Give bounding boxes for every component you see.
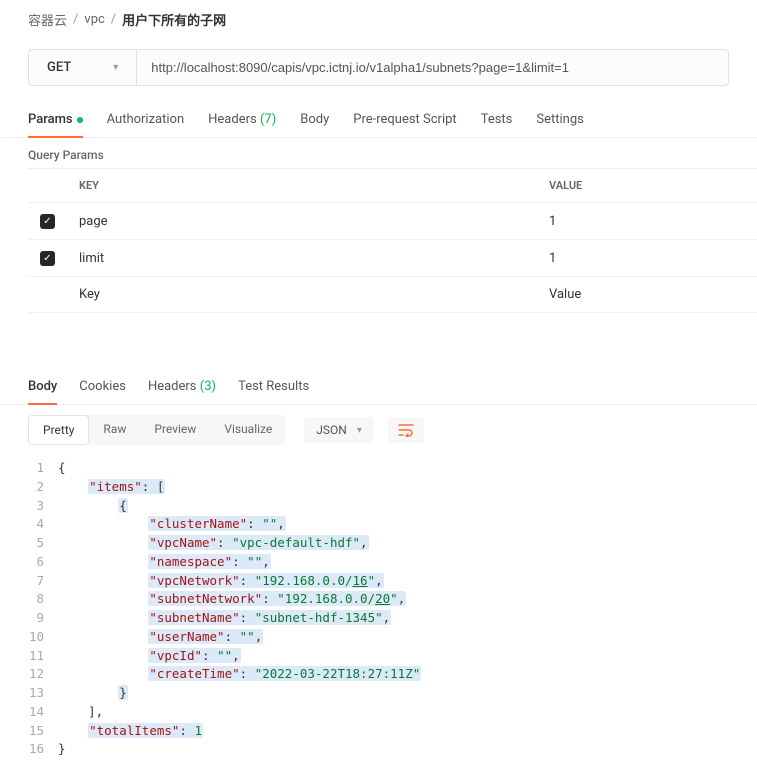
param-value-cell[interactable]: 1 xyxy=(537,240,757,277)
tab-prerequest[interactable]: Pre-request Script xyxy=(353,104,456,137)
table-row-empty: Key Value xyxy=(28,277,757,313)
line-number: 7 xyxy=(28,572,58,591)
breadcrumb-current: 用户下所有的子网 xyxy=(122,10,226,29)
checkbox-checked-icon[interactable]: ✓ xyxy=(40,251,55,266)
active-dot-icon xyxy=(77,117,83,123)
view-visualize[interactable]: Visualize xyxy=(210,415,286,445)
resp-tab-tests[interactable]: Test Results xyxy=(238,373,309,404)
format-select[interactable]: JSON ▾ xyxy=(304,417,374,443)
checkbox-checked-icon[interactable]: ✓ xyxy=(40,214,55,229)
line-number: 10 xyxy=(28,628,58,647)
line-number: 8 xyxy=(28,590,58,609)
line-number: 13 xyxy=(28,684,58,703)
param-key-cell[interactable]: page xyxy=(67,203,537,240)
breadcrumb-sep: / xyxy=(73,12,78,27)
param-value-cell[interactable]: 1 xyxy=(537,203,757,240)
breadcrumb-item[interactable]: 容器云 xyxy=(28,10,67,29)
param-key-placeholder[interactable]: Key xyxy=(67,277,537,313)
line-number: 9 xyxy=(28,609,58,628)
view-mode-group: Pretty Raw Preview Visualize xyxy=(28,415,286,445)
response-body-code: 1{ 2 "items": [ 3 { 4 "clusterName": "",… xyxy=(0,455,757,779)
line-number: 15 xyxy=(28,722,58,741)
table-row: ✓ limit 1 xyxy=(28,240,757,277)
method-label: GET xyxy=(47,60,71,75)
line-number: 1 xyxy=(28,459,58,478)
th-value: VALUE xyxy=(537,169,757,203)
line-number: 11 xyxy=(28,647,58,666)
breadcrumb-sep: / xyxy=(111,12,116,27)
query-params-title: Query Params xyxy=(0,138,757,168)
url-input[interactable] xyxy=(137,50,728,85)
request-tabs: Params Authorization Headers (7) Body Pr… xyxy=(0,104,757,138)
wrap-lines-icon[interactable] xyxy=(388,417,424,443)
tab-params[interactable]: Params xyxy=(28,104,83,137)
tab-headers[interactable]: Headers (7) xyxy=(208,104,276,137)
line-number: 14 xyxy=(28,703,58,722)
line-number: 16 xyxy=(28,740,58,759)
th-key: KEY xyxy=(67,169,537,203)
param-value-placeholder[interactable]: Value xyxy=(537,277,757,313)
method-select[interactable]: GET ▾ xyxy=(29,50,137,85)
resp-tab-headers[interactable]: Headers (3) xyxy=(148,373,216,404)
query-params-table: KEY VALUE ✓ page 1 ✓ limit 1 Key Value xyxy=(28,168,757,313)
line-number: 4 xyxy=(28,515,58,534)
line-number: 3 xyxy=(28,497,58,516)
tab-authorization[interactable]: Authorization xyxy=(107,104,185,137)
line-number: 5 xyxy=(28,534,58,553)
chevron-down-icon: ▾ xyxy=(357,425,362,436)
line-number: 2 xyxy=(28,478,58,497)
view-preview[interactable]: Preview xyxy=(140,415,210,445)
resp-tab-body[interactable]: Body xyxy=(28,373,57,404)
tab-tests[interactable]: Tests xyxy=(481,104,513,137)
breadcrumb-item[interactable]: vpc xyxy=(84,12,104,27)
resp-tab-cookies[interactable]: Cookies xyxy=(79,373,126,404)
table-row: ✓ page 1 xyxy=(28,203,757,240)
line-number: 12 xyxy=(28,665,58,684)
param-key-cell[interactable]: limit xyxy=(67,240,537,277)
breadcrumb: 容器云 / vpc / 用户下所有的子网 xyxy=(0,0,757,39)
chevron-down-icon: ▾ xyxy=(113,62,118,73)
th-check xyxy=(28,169,67,203)
tab-body[interactable]: Body xyxy=(300,104,329,137)
request-url-bar: GET ▾ xyxy=(28,49,729,86)
tab-settings[interactable]: Settings xyxy=(536,104,583,137)
view-raw[interactable]: Raw xyxy=(89,415,140,445)
response-toolbar: Pretty Raw Preview Visualize JSON ▾ xyxy=(0,405,757,455)
view-pretty[interactable]: Pretty xyxy=(28,415,89,445)
line-number: 6 xyxy=(28,553,58,572)
response-tabs: Body Cookies Headers (3) Test Results xyxy=(0,333,757,405)
